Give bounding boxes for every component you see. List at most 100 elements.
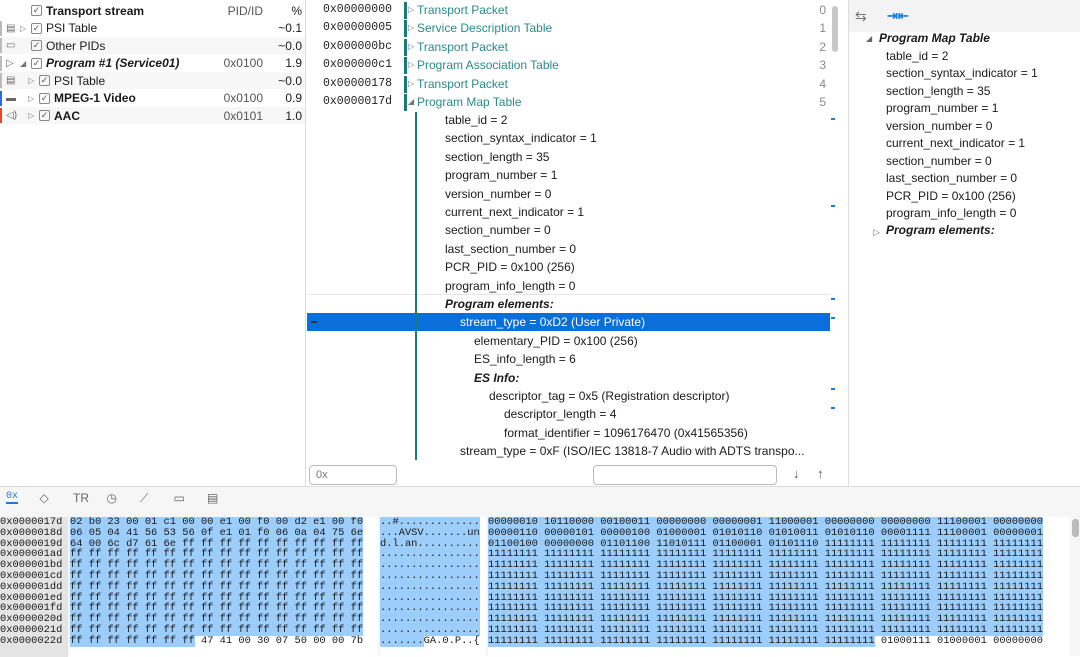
packet-label[interactable]: Transport Packet — [417, 1, 508, 19]
hex-row[interactable]: ff ff ff ff ff ff ff 47 41 00 30 07 50 0… — [70, 634, 378, 647]
expand-triangle-icon[interactable]: ▷ — [408, 1, 414, 19]
pmt-field-row[interactable]: descriptor_tag = 0x5 (Registration descr… — [307, 387, 830, 405]
stream-row[interactable]: ◁) ▷ ✓ AAC 0x0101 1.0 — [0, 107, 305, 124]
pmt-field-row[interactable]: program_number = 1 — [307, 166, 830, 184]
pmt-field-row[interactable]: table_id = 2 — [307, 111, 830, 129]
stream-checkbox[interactable]: ✓ — [31, 22, 42, 34]
packet-scrollbar[interactable] — [832, 6, 838, 52]
unselected-bytes[interactable]: 01000111 01000001 00000000 — [875, 635, 1043, 647]
selected-bytes[interactable]: ....... — [380, 634, 424, 647]
clock-icon[interactable]: ◷ — [107, 491, 117, 505]
hex-icon[interactable]: 0x — [6, 491, 19, 504]
pmt-field-row[interactable]: descriptor_length = 4 — [307, 405, 830, 423]
selected-bytes[interactable]: 00000110 00000101 00000100 01000001 0101… — [488, 526, 1043, 539]
table-icon[interactable]: ▤ — [207, 491, 218, 505]
pmt-field-row[interactable]: section_length = 35 — [307, 148, 830, 166]
expand-triangle-icon[interactable]: ▷ — [20, 24, 26, 33]
packet-row[interactable]: 0x0000017d ◢ Program Map Table 5 — [307, 93, 830, 111]
details-program-elements[interactable]: Program elements: — [886, 222, 995, 240]
selected-bytes[interactable]: ................ — [380, 580, 480, 593]
ascii-column[interactable]: ..#............. ...AVSV.......un d.l.an..… — [380, 517, 486, 657]
stream-checkbox[interactable]: ✓ — [39, 75, 50, 86]
selected-bytes[interactable]: ff ff ff ff ff ff ff ff ff ff ff ff ff f… — [70, 580, 364, 593]
packet-label[interactable]: Service Description Table — [417, 19, 552, 37]
pmt-field-row[interactable]: program_info_length = 0 — [307, 277, 830, 295]
stream-checkbox[interactable]: ✓ — [39, 92, 50, 104]
hex-row[interactable]: ................ — [380, 580, 486, 593]
unselected-bytes[interactable]: 47 41 00 30 07 50 00 00 7b — [195, 635, 363, 647]
packet-label[interactable]: Transport Packet — [417, 38, 508, 56]
pmt-field-row[interactable]: elementary_PID = 0x100 (256) — [307, 332, 830, 350]
search-input[interactable] — [593, 465, 777, 485]
chart-icon[interactable]: ⟋ — [140, 491, 148, 506]
expand-triangle-icon[interactable]: ▷ — [28, 76, 34, 85]
hex-row[interactable]: 11111111 11111111 11111111 11111111 1111… — [488, 580, 1070, 593]
selected-bytes[interactable]: 06 05 04 41 56 53 56 0f e1 01 f0 06 0a 0… — [70, 526, 364, 539]
expand-triangle-icon[interactable]: ▷ — [28, 94, 34, 103]
expand-triangle-icon[interactable]: ▷ — [873, 227, 880, 238]
pmt-field-row[interactable]: ES_info_length = 6 — [307, 350, 830, 368]
collapse-triangle-icon[interactable]: ◢ — [20, 59, 26, 68]
pmt-field-row[interactable]: stream_type = 0xD2 (User Private) — [307, 313, 830, 332]
collapse-triangle-icon[interactable]: ◢ — [866, 34, 872, 43]
hex-row[interactable]: 00000110 00000101 00000100 01000001 0101… — [488, 526, 1070, 539]
selected-bytes[interactable]: ...AVSV.......un — [380, 526, 480, 539]
unselected-bytes[interactable]: GA.0.P..{ — [424, 635, 480, 647]
stream-row[interactable]: ▷ ◢ ✓ Program #1 (Service01) 0x0100 1.9 — [0, 55, 305, 72]
hex-row[interactable]: 11111111 11111111 11111111 11111111 1111… — [488, 634, 1070, 647]
comment-icon[interactable]: ▭ — [174, 491, 185, 505]
hex-row[interactable]: ...AVSV.......un — [380, 526, 486, 539]
pmt-field-row[interactable]: version_number = 0 — [307, 185, 830, 203]
checkbox-transport-stream[interactable]: ✓ — [31, 5, 42, 16]
search-next-button[interactable]: ↓ — [793, 466, 800, 481]
details-title[interactable]: Program Map Table — [879, 30, 990, 48]
packet-row[interactable]: 0x000000c1 ▷ Program Association Table 3 — [307, 56, 830, 75]
expand-triangle-icon[interactable]: ▷ — [408, 38, 414, 56]
packet-label[interactable]: Transport Packet — [417, 75, 508, 93]
swap-icon[interactable]: ⇆ — [855, 8, 867, 25]
expand-triangle-icon[interactable]: ▷ — [408, 56, 414, 74]
pmt-field-row[interactable]: stream_type = 0xF (ISO/IEC 13818-7 Audio… — [307, 442, 830, 460]
packet-row[interactable]: 0x00000000 ▷ Transport Packet 0 — [307, 1, 830, 19]
hex-column[interactable]: 02 b0 23 00 01 c1 00 00 e1 00 f0 00 d2 e… — [70, 517, 378, 657]
selected-bytes[interactable]: ff ff ff ff ff ff ff — [70, 634, 195, 647]
stream-checkbox[interactable]: ✓ — [31, 57, 42, 69]
stream-row[interactable]: ▭ ✓ Other PIDs ~0.0 — [0, 37, 305, 54]
expand-triangle-icon[interactable]: ▷ — [28, 111, 34, 120]
pmt-field-row[interactable]: Program elements: — [307, 295, 830, 313]
selected-bytes[interactable]: 11111111 11111111 11111111 11111111 1111… — [488, 634, 875, 647]
packet-row[interactable]: 0x00000178 ▷ Transport Packet 4 — [307, 75, 830, 93]
pmt-field-row[interactable]: PCR_PID = 0x100 (256) — [307, 258, 830, 276]
percent-column-header[interactable]: % — [291, 4, 302, 18]
offset-input[interactable] — [309, 465, 397, 485]
pmt-field-row[interactable]: ES Info: — [307, 369, 830, 387]
pmt-field-row[interactable]: section_number = 0 — [307, 221, 830, 239]
hex-scrollbar[interactable] — [1072, 519, 1079, 537]
stream-row[interactable]: ▤ ▷ ✓ PSI Table ~0.0 — [0, 72, 305, 89]
pmt-field-row[interactable]: last_section_number = 0 — [307, 240, 830, 258]
stream-row[interactable]: ▤ ▷ ✓ PSI Table ~0.1 — [0, 20, 305, 37]
packet-row[interactable]: 0x00000005 ▷ Service Description Table 1 — [307, 19, 830, 38]
expand-triangle-icon[interactable]: ▷ — [408, 19, 414, 37]
split-view-icon[interactable]: ⇥⇤ — [887, 8, 909, 24]
pmt-field-row[interactable]: current_next_indicator = 1 — [307, 203, 830, 221]
search-prev-button[interactable]: ↑ — [817, 466, 824, 481]
selected-bytes[interactable]: 11111111 11111111 11111111 11111111 1111… — [488, 580, 1043, 593]
text-icon[interactable]: TR — [73, 491, 89, 505]
packet-label[interactable]: Program Map Table — [417, 93, 522, 111]
hex-row[interactable]: .......GA.0.P..{ — [380, 634, 486, 647]
pmt-field-row[interactable]: section_syntax_indicator = 1 — [307, 129, 830, 147]
stream-checkbox[interactable]: ✓ — [39, 110, 50, 121]
hex-row[interactable]: ff ff ff ff ff ff ff ff ff ff ff ff ff f… — [70, 580, 378, 593]
diamond-icon[interactable]: ◇ — [40, 491, 49, 505]
hex-row[interactable]: 06 05 04 41 56 53 56 0f e1 01 f0 06 0a 0… — [70, 526, 378, 539]
binary-column[interactable]: 00000010 10110000 00100011 00000000 0000… — [488, 517, 1070, 657]
expand-triangle-icon[interactable]: ▷ — [408, 75, 414, 93]
pmt-field-row[interactable]: format_identifier = 1096176470 (0x415653… — [307, 424, 830, 442]
stream-row[interactable]: ▬ ▷ ✓ MPEG-1 Video 0x0100 0.9 — [0, 90, 305, 107]
packet-row[interactable]: 0x000000bc ▷ Transport Packet 2 — [307, 38, 830, 56]
stream-checkbox[interactable]: ✓ — [31, 40, 42, 51]
stream-tree-header[interactable]: ✓ Transport stream PID/ID % — [0, 2, 305, 19]
pid-column-header[interactable]: PID/ID — [228, 4, 263, 18]
packet-label[interactable]: Program Association Table — [417, 56, 559, 74]
